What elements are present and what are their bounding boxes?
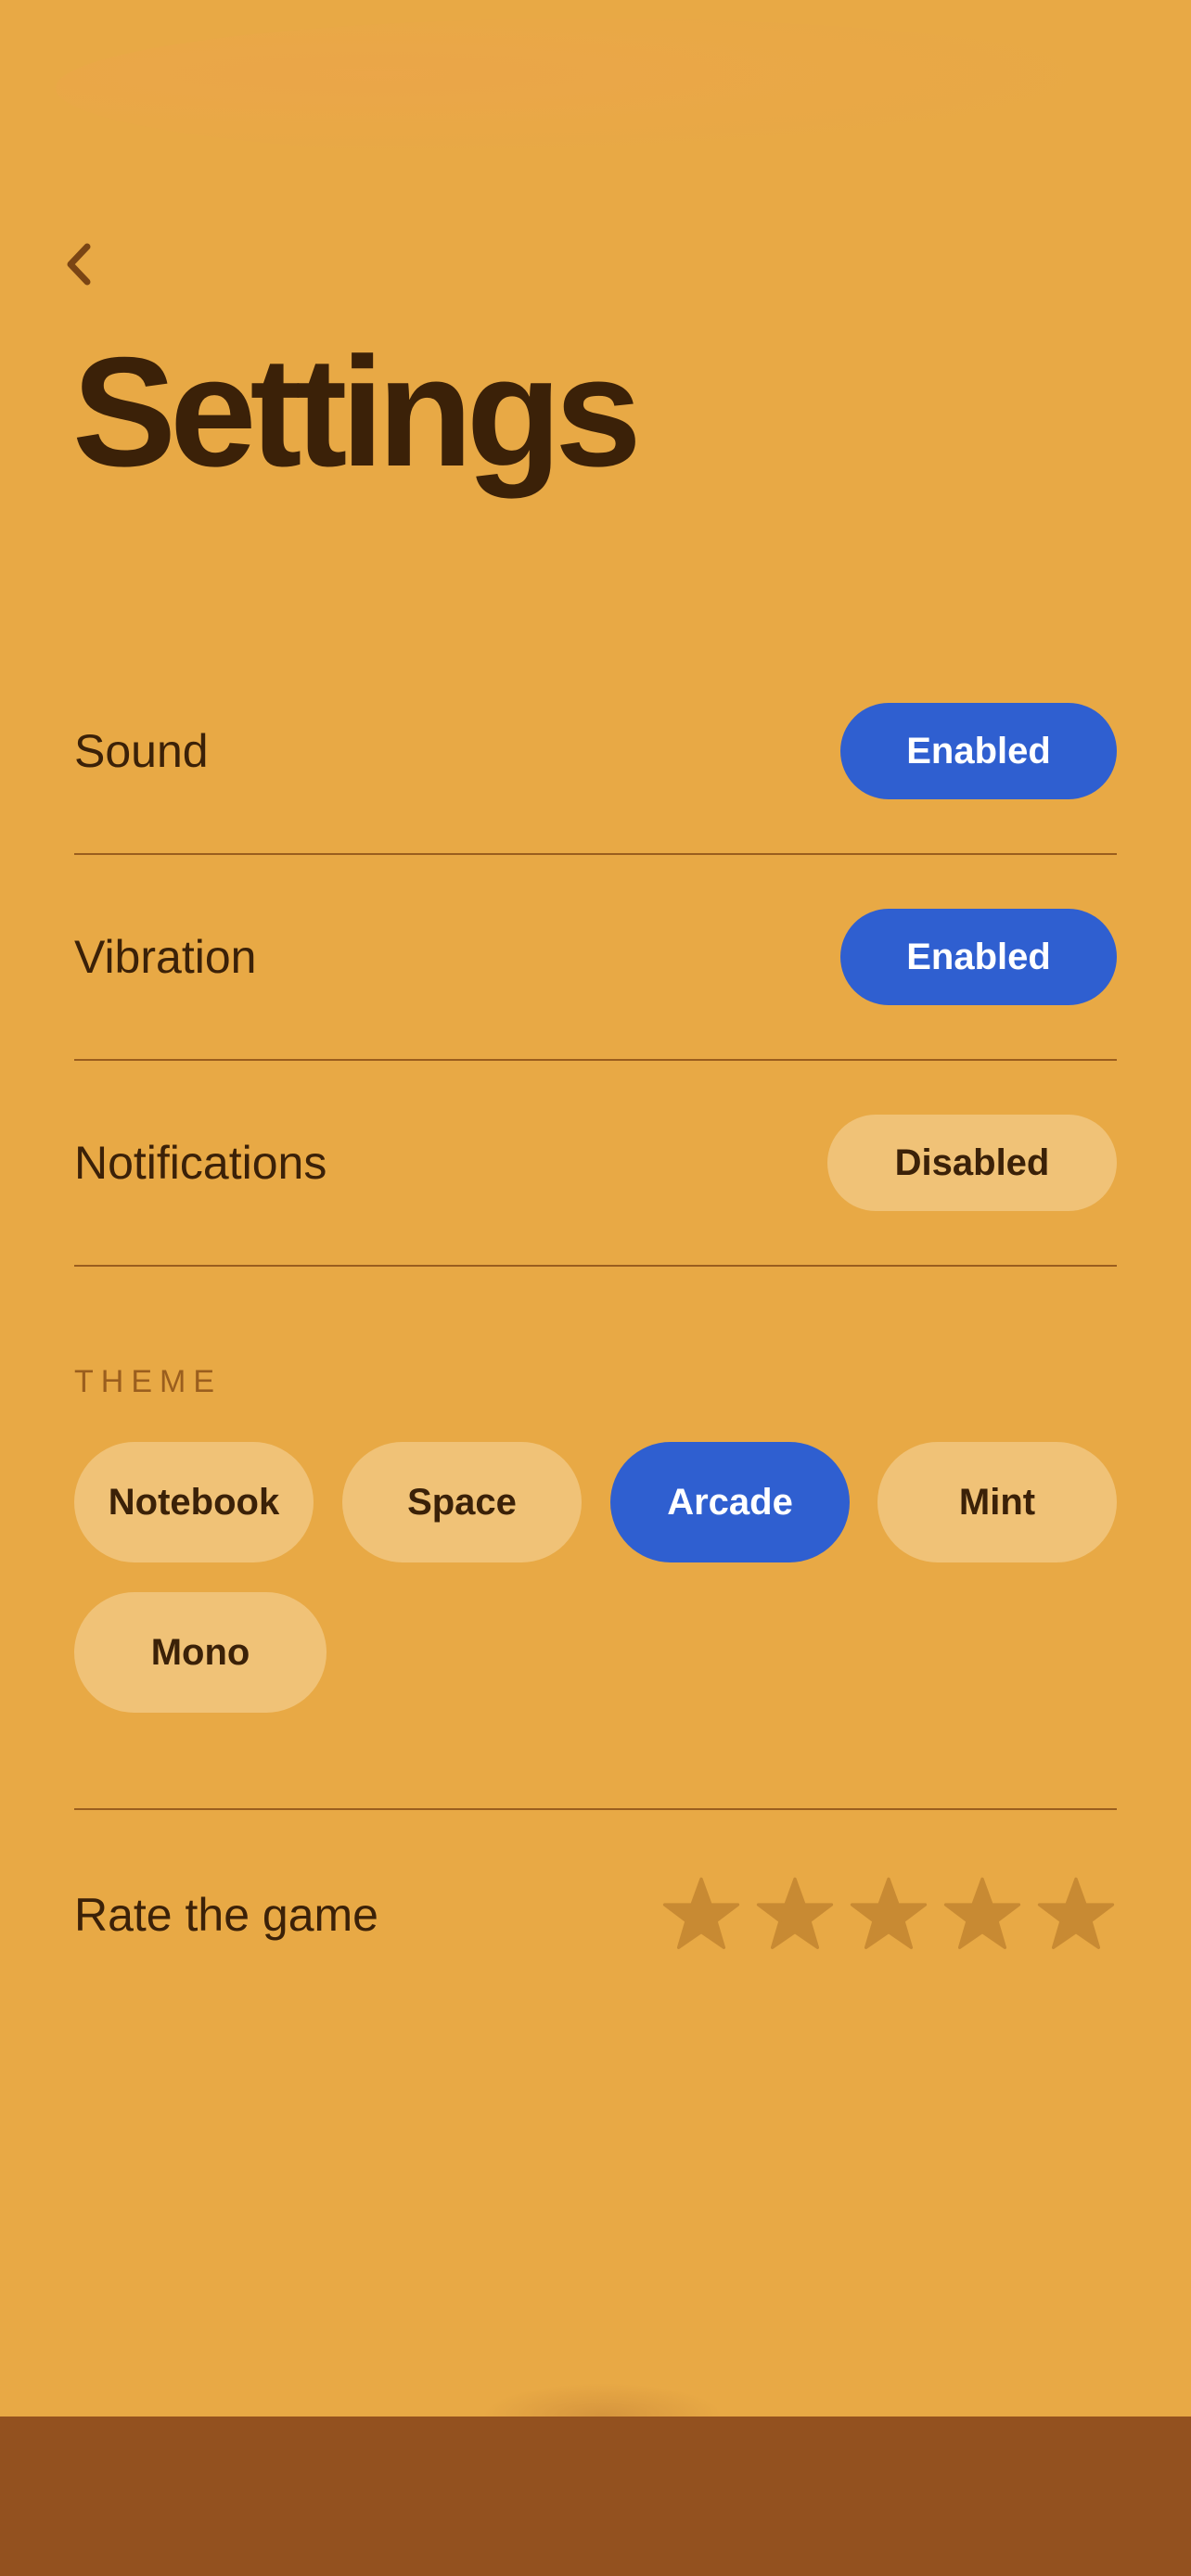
setting-label-notifications: Notifications (74, 1137, 327, 1189)
theme-section-label: THEME (74, 1364, 222, 1399)
page-title: Settings (72, 325, 642, 499)
settings-list: Sound Enabled Vibration Enabled Notifica… (74, 649, 1117, 1267)
star-icon[interactable] (943, 1876, 1021, 1954)
divider (74, 1808, 1117, 1810)
setting-row-vibration: Vibration Enabled (74, 855, 1117, 1061)
theme-section: THEME Notebook Space Arcade Mint Mono (74, 1363, 1117, 1713)
star-rating (662, 1876, 1115, 1954)
chevron-left-icon (67, 243, 91, 286)
theme-option-arcade[interactable]: Arcade (610, 1442, 850, 1562)
star-icon[interactable] (1037, 1876, 1115, 1954)
setting-row-notifications: Notifications Disabled (74, 1061, 1117, 1267)
theme-option-notebook[interactable]: Notebook (74, 1442, 314, 1562)
back-button[interactable] (56, 232, 102, 297)
setting-label-vibration: Vibration (74, 931, 257, 983)
notifications-toggle-button[interactable]: Disabled (827, 1115, 1117, 1211)
star-icon[interactable] (662, 1876, 740, 1954)
setting-label-sound: Sound (74, 725, 209, 777)
rate-row: Rate the game (74, 1864, 1117, 1966)
star-icon[interactable] (756, 1876, 834, 1954)
footer-bar (0, 2417, 1191, 2576)
setting-row-sound: Sound Enabled (74, 649, 1117, 855)
rate-label: Rate the game (74, 1889, 378, 1941)
theme-option-mono[interactable]: Mono (74, 1592, 327, 1713)
sound-toggle-button[interactable]: Enabled (840, 703, 1117, 799)
top-glow (56, 19, 1132, 158)
theme-option-mint[interactable]: Mint (877, 1442, 1117, 1562)
star-icon[interactable] (850, 1876, 928, 1954)
theme-option-space[interactable]: Space (342, 1442, 582, 1562)
vibration-toggle-button[interactable]: Enabled (840, 909, 1117, 1005)
